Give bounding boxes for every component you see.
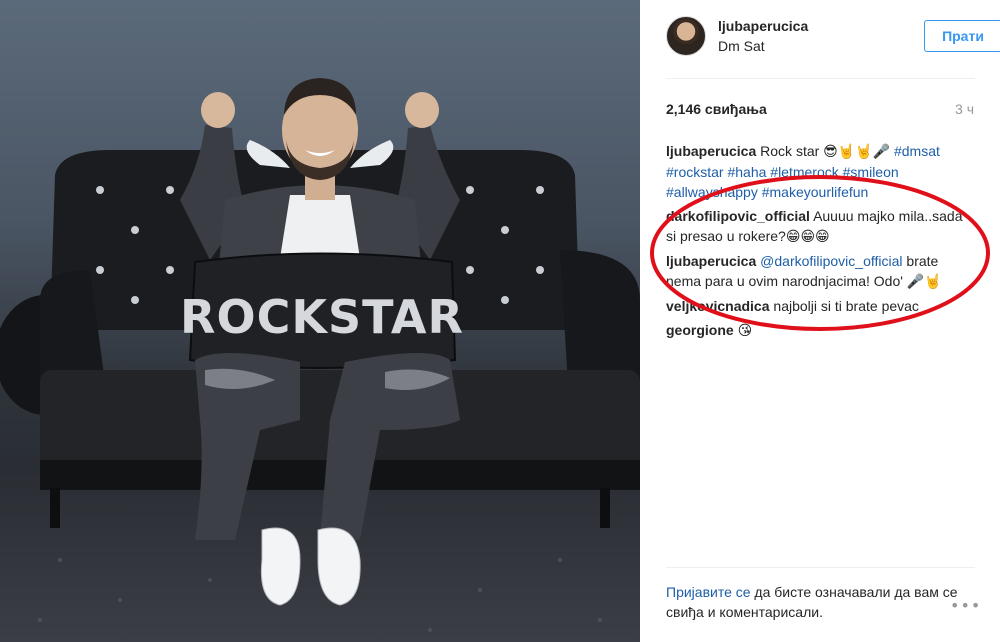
caption-emoji: 😎🤘🤘🎤 bbox=[823, 144, 891, 160]
post-details-panel: ljubaperucica Dm Sat Прати 2,146 свиђања… bbox=[640, 0, 1000, 642]
ellipsis-icon[interactable]: ••• bbox=[950, 596, 981, 615]
comment-emoji: 🎤🤘 bbox=[906, 274, 942, 290]
list-item: ljubaperucica @darkofilipovic_official b… bbox=[666, 251, 976, 292]
caption: ljubaperucica Rock star 😎🤘🤘🎤 #dmsat #roc… bbox=[666, 141, 976, 202]
post-header: ljubaperucica Dm Sat Прати bbox=[666, 14, 1000, 66]
comment-username[interactable]: ljubaperucica bbox=[666, 253, 756, 269]
comment-mention[interactable]: @darkofilipovic_official bbox=[760, 253, 902, 269]
login-link[interactable]: Пријавите се bbox=[666, 584, 751, 600]
pillow-text: ROCKSTAR bbox=[180, 290, 464, 344]
footer-divider bbox=[666, 567, 975, 568]
comment-username[interactable]: darkofilipovic_official bbox=[666, 208, 810, 224]
comment-text: najbolji si ti brate pevac bbox=[773, 298, 919, 314]
comments-list: ljubaperucica Rock star 😎🤘🤘🎤 #dmsat #roc… bbox=[666, 141, 976, 345]
list-item: veljkovicnadica najbolji si ti brate pev… bbox=[666, 296, 976, 316]
login-prompt: Пријавите се да бисте означавали да вам … bbox=[666, 582, 976, 622]
header-divider bbox=[666, 78, 975, 79]
post-username[interactable]: ljubaperucica bbox=[718, 18, 808, 34]
caption-username[interactable]: ljubaperucica bbox=[666, 143, 756, 159]
comment-username[interactable]: veljkovicnadica bbox=[666, 298, 770, 314]
comment-username[interactable]: georgione bbox=[666, 322, 734, 338]
post-location[interactable]: Dm Sat bbox=[718, 38, 765, 54]
comment-emoji: 😁😁😁 bbox=[785, 229, 830, 245]
post-photo[interactable]: ROCKSTAR bbox=[0, 0, 640, 642]
likes-count[interactable]: 2,146 свиђања bbox=[666, 101, 767, 117]
follow-button[interactable]: Прати bbox=[924, 20, 1000, 52]
caption-text: Rock star bbox=[760, 143, 824, 159]
comment-emoji: 😘 bbox=[737, 323, 753, 339]
avatar[interactable] bbox=[666, 16, 706, 56]
photo-illustration: ROCKSTAR bbox=[0, 78, 640, 642]
post-time[interactable]: 3 ч bbox=[955, 101, 974, 117]
list-item: darkofilipovic_official Auuuu majko mila… bbox=[666, 206, 976, 247]
list-item: georgione 😘 bbox=[666, 320, 976, 341]
